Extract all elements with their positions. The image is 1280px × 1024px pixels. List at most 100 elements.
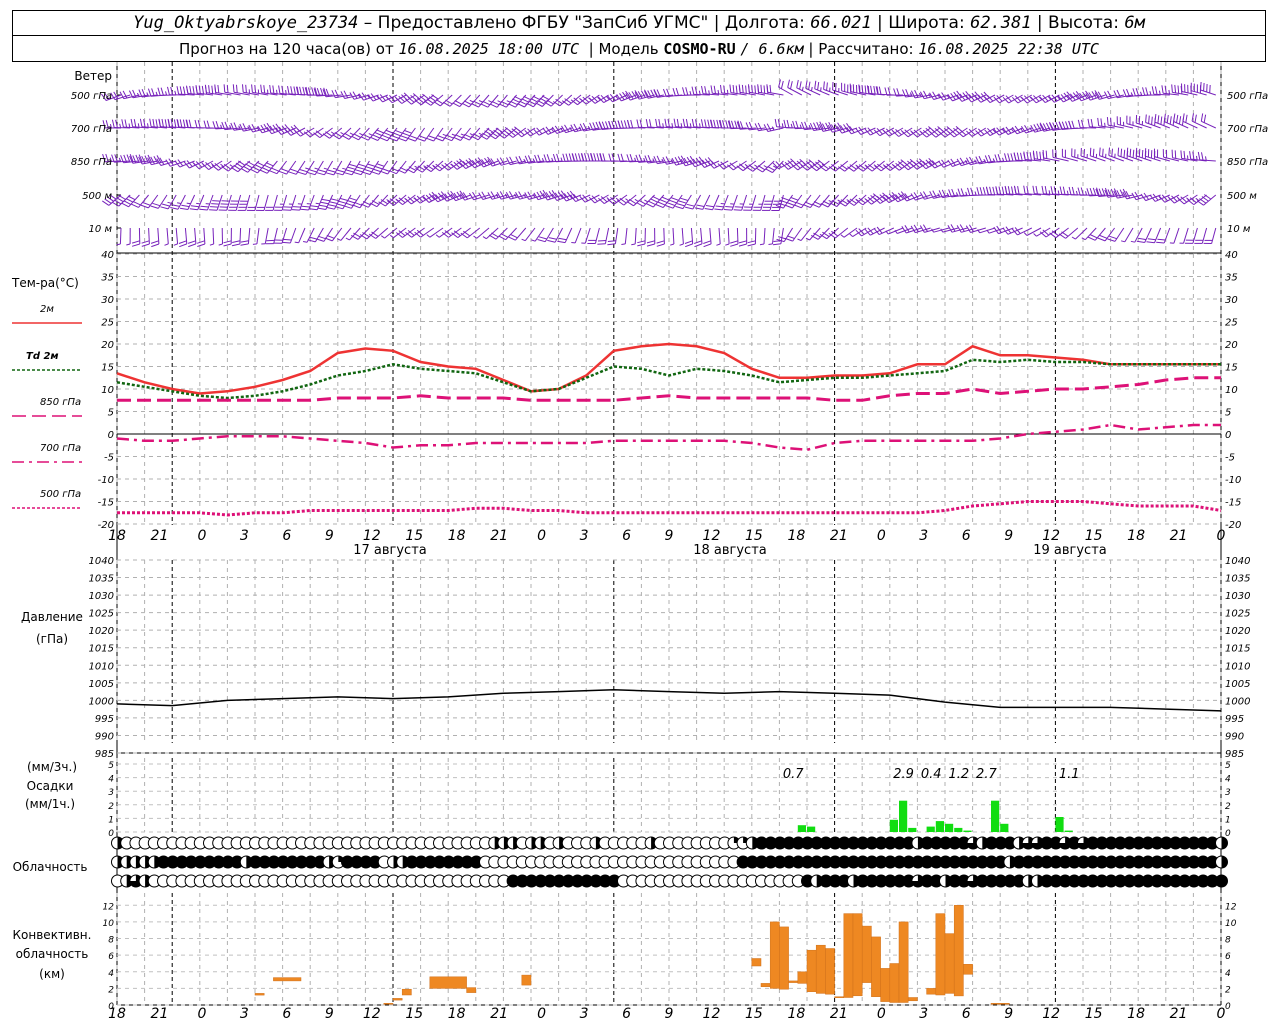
precip-bar	[954, 827, 963, 832]
temp-y-tick-right: 40	[1225, 250, 1238, 261]
temp-y-tick-left: -15	[98, 498, 114, 509]
wind-barb-flag	[548, 237, 557, 240]
wind-barb-flag	[1182, 113, 1185, 122]
wind-barb-flag	[710, 85, 713, 94]
wind-barb	[388, 160, 407, 175]
temp-y-tick-left: 30	[101, 295, 114, 306]
wind-barb-flag	[715, 205, 724, 208]
wind-barb-flag	[349, 132, 354, 136]
wind-barb-flag	[574, 153, 578, 162]
wind-barb-flag	[647, 200, 656, 206]
conv-unit: (км)	[39, 967, 65, 981]
wind-barb-flag	[790, 123, 793, 128]
wind-barb-flag	[344, 132, 352, 138]
precip-bar	[991, 800, 1000, 832]
wind-barb	[255, 194, 269, 211]
wind-barb-flag	[804, 201, 813, 206]
wind-barb-flag	[515, 192, 521, 200]
precip-y-tick-left: 0	[108, 829, 114, 839]
wind-barb-staff	[1144, 227, 1152, 243]
wind-barb-flag	[125, 197, 134, 203]
wind-barb-flag	[280, 168, 289, 172]
conv-y-tick-right: 6	[1225, 952, 1231, 962]
wind-barb	[703, 227, 712, 248]
wind-barb-flag	[1196, 155, 1198, 160]
wind-barb-flag	[435, 137, 443, 142]
wind-barb-flag	[269, 84, 272, 94]
wind-barb-flag	[247, 161, 255, 166]
wind-barb-flag	[1011, 186, 1014, 195]
wind-barb	[131, 227, 141, 247]
wind-barb-flag	[601, 121, 606, 130]
temp-y-tick-left: -10	[98, 475, 114, 486]
wind-barb-flag	[630, 119, 634, 128]
wind-barb	[265, 194, 278, 211]
precip-bar	[926, 826, 935, 832]
wind-barb-flag	[684, 240, 693, 244]
wind-barb-flag	[482, 100, 491, 106]
wind-barb-flag	[1125, 190, 1131, 199]
wind-barb	[691, 118, 710, 129]
wind-barb-flag	[755, 167, 763, 173]
wind-barb-flag	[716, 243, 721, 246]
wind-barb-flag	[461, 102, 470, 108]
wind-barb-flag	[1189, 151, 1192, 160]
wind-barb-flag	[801, 86, 804, 91]
wind-barb-flag	[223, 84, 226, 93]
wind-barb-flag	[345, 169, 354, 173]
wind-barb-flag	[390, 167, 399, 172]
wind-barb-flag	[111, 119, 115, 128]
wind-barb	[653, 155, 674, 165]
wind-barb-flag	[1029, 152, 1032, 161]
wind-barb-flag	[629, 154, 634, 162]
wind-barb	[820, 194, 839, 208]
wind-barb	[1179, 227, 1189, 244]
wind-barb-flag	[223, 243, 232, 247]
wind-barb-staff	[157, 227, 160, 245]
cloud-symbol	[1215, 874, 1228, 888]
wind-barb	[351, 127, 370, 141]
wind-barb-flag	[402, 132, 410, 137]
wind-barb-flag	[486, 128, 494, 133]
wind-barb-flag	[118, 194, 126, 200]
wind-barb-flag	[347, 200, 356, 204]
wind-barb-staff	[736, 227, 739, 245]
wind-barb-flag	[141, 240, 150, 244]
wind-barb-flag	[179, 243, 187, 248]
x-tick-label: 6	[282, 1006, 291, 1022]
wind-barb-flag	[240, 243, 249, 246]
wind-barb	[187, 227, 197, 248]
wind-barb	[829, 194, 849, 208]
wind-barb-staff	[823, 88, 839, 96]
wind-barb-flag	[1142, 87, 1146, 96]
wind-barb-flag	[435, 98, 444, 105]
wind-barb-staff	[207, 194, 214, 211]
wind-barb-flag	[317, 235, 326, 240]
wind-barb-flag	[362, 171, 371, 175]
wind-barb-flag	[218, 243, 223, 246]
pressure-title: Давление	[21, 610, 83, 624]
wind-barb-staff	[177, 194, 186, 210]
wind-barb	[380, 160, 398, 175]
wind-barb-flag	[992, 186, 996, 195]
wind-barb-flag	[1132, 88, 1136, 97]
wind-barb-flag	[1045, 150, 1048, 159]
wind-barb-flag	[1077, 187, 1081, 196]
wind-barb-flag	[904, 225, 910, 233]
wind-barb-staff	[763, 227, 766, 245]
wind-barb-flag	[150, 240, 159, 244]
wind-barb-flag	[1026, 185, 1029, 194]
wind-barb-flag	[127, 195, 136, 201]
wind-barb-flag	[1122, 89, 1127, 98]
conv-bar	[880, 968, 891, 1002]
wind-barb-flag	[259, 169, 268, 174]
wind-barb-flag	[578, 153, 582, 162]
wind-barb-flag	[1089, 187, 1094, 196]
wind-barb-flag	[336, 203, 345, 207]
wind-barb-staff	[256, 227, 260, 244]
wind-barb-flag	[113, 199, 122, 205]
wind-barb-flag	[294, 241, 299, 244]
precip-y-tick-left: 5	[108, 761, 114, 771]
conv-bar	[760, 983, 771, 987]
precip-bar	[899, 800, 908, 832]
